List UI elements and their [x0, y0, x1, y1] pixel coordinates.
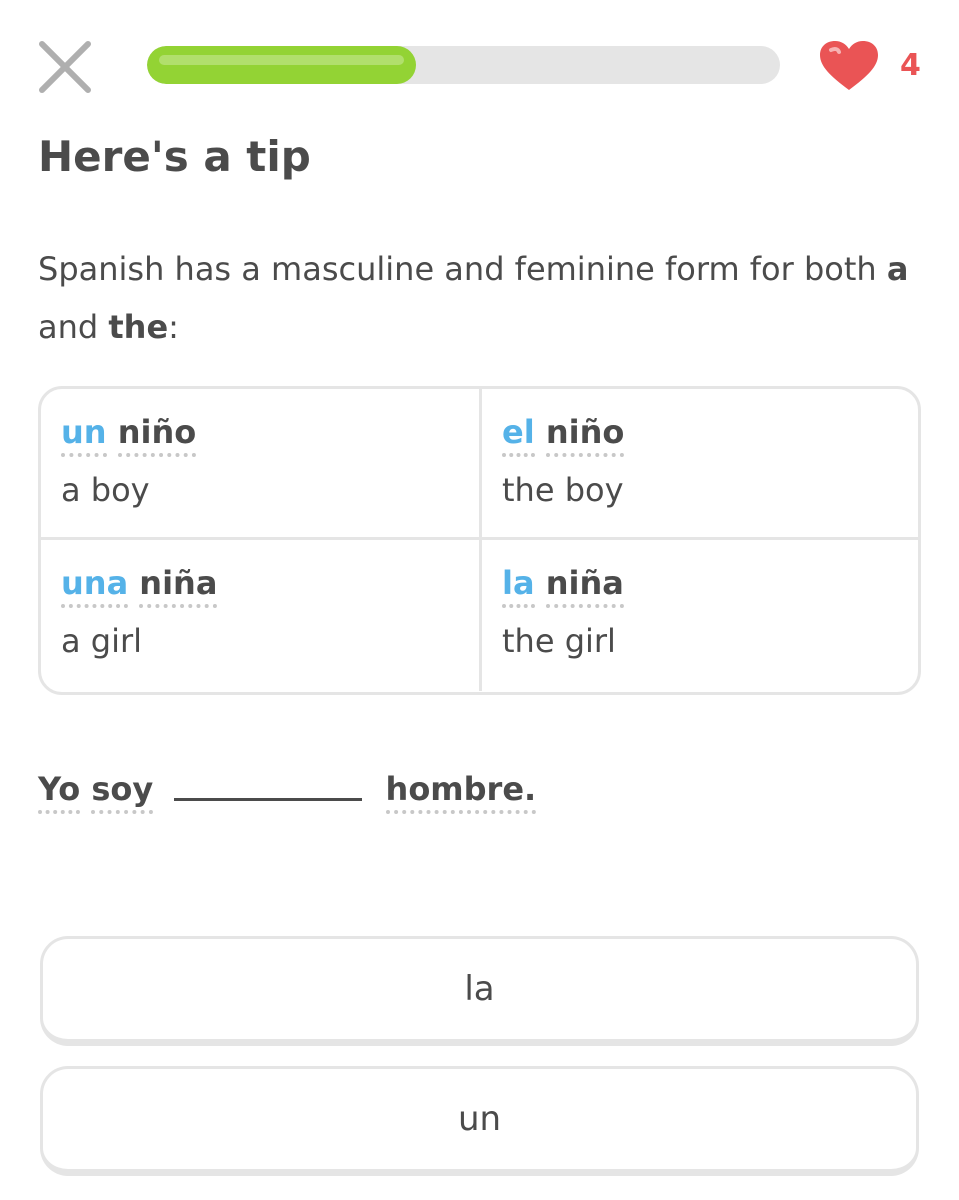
article-word[interactable]: una	[61, 564, 129, 608]
noun-word[interactable]: niño	[117, 413, 197, 457]
page-title: Here's a tip	[38, 132, 311, 181]
hearts-counter[interactable]: 4	[818, 40, 938, 92]
tip-text-part2: and	[38, 308, 109, 346]
grammar-cell: la niña the girl	[482, 540, 918, 691]
noun-word[interactable]: niño	[545, 413, 625, 457]
progress-shine	[159, 55, 405, 65]
answer-blank	[174, 797, 363, 801]
tip-bold-a: a	[886, 250, 909, 288]
grammar-translation: a boy	[61, 471, 150, 509]
close-icon	[39, 41, 91, 93]
noun-word[interactable]: niña	[545, 564, 624, 608]
grammar-translation: the girl	[502, 622, 616, 660]
sentence-word[interactable]: hombre.	[385, 770, 537, 814]
hearts-count: 4	[900, 48, 921, 83]
grammar-table: un niño a boy el niño the boy una niña a…	[38, 386, 921, 695]
article-word[interactable]: un	[61, 413, 107, 457]
answer-option-la[interactable]: la	[40, 936, 919, 1046]
grammar-translation: a girl	[61, 622, 143, 660]
grammar-cell: un niño a boy	[41, 389, 482, 540]
noun-word[interactable]: niña	[139, 564, 218, 608]
lesson-progress-fill	[147, 46, 417, 84]
challenge-sentence: Yo soy hombre.	[38, 770, 537, 814]
tip-bold-the: the	[108, 308, 169, 346]
tip-text-part1: Spanish has a masculine and feminine for…	[38, 250, 887, 288]
article-word[interactable]: el	[502, 413, 535, 457]
tip-text: Spanish has a masculine and feminine for…	[38, 240, 918, 356]
article-word[interactable]: la	[502, 564, 535, 608]
heart-icon	[820, 41, 878, 90]
grammar-phrase: la niña	[502, 564, 918, 608]
tip-text-part3: :	[168, 308, 179, 346]
grammar-phrase: un niño	[61, 413, 479, 457]
grammar-phrase: una niña	[61, 564, 479, 608]
sentence-word[interactable]: Yo	[38, 770, 81, 814]
lesson-progress-bar	[147, 46, 780, 84]
grammar-cell: una niña a girl	[41, 540, 482, 691]
grammar-phrase: el niño	[502, 413, 918, 457]
sentence-word[interactable]: soy	[91, 770, 154, 814]
grammar-translation: the boy	[502, 471, 624, 509]
answer-option-un[interactable]: un	[40, 1066, 919, 1176]
grammar-cell: el niño the boy	[482, 389, 918, 540]
close-button[interactable]	[36, 38, 94, 96]
